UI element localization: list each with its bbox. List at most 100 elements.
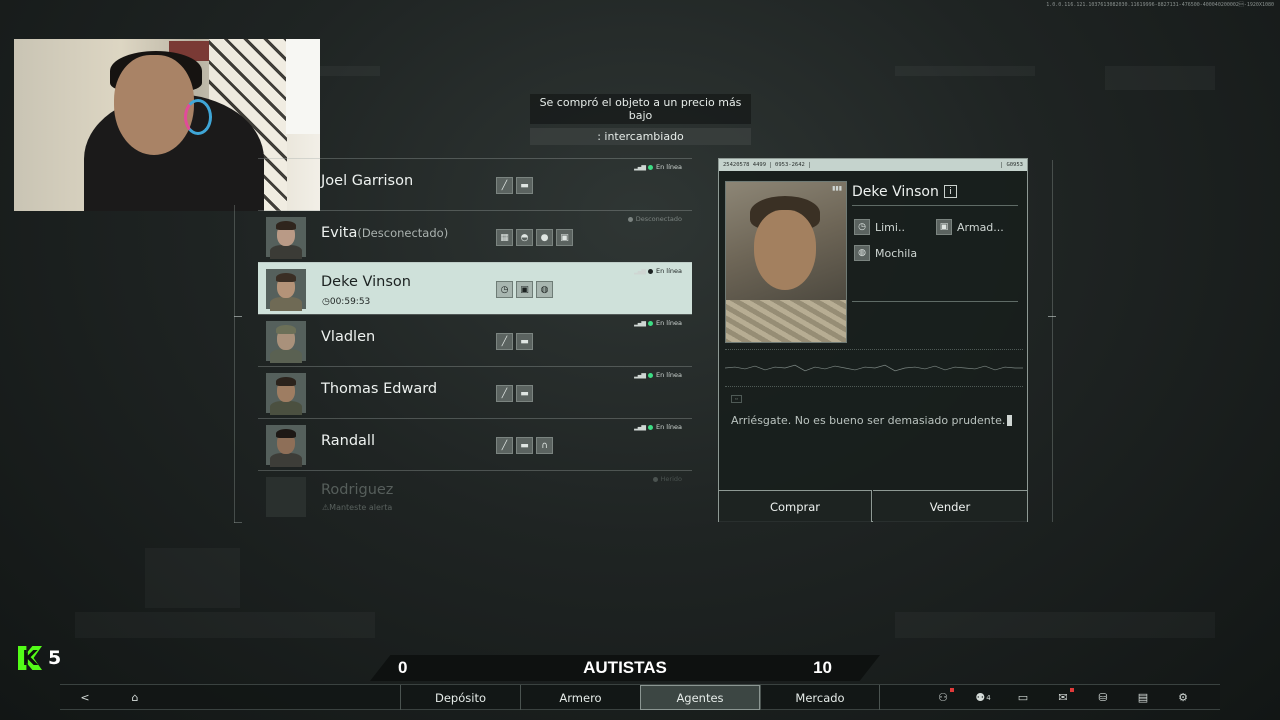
agent-gear-icons: ▦ ◓ ● ▣ bbox=[496, 229, 573, 246]
agent-row-vladlen[interactable]: Vladlen ╱ ▬ ▂▄▆ En línea bbox=[258, 314, 692, 366]
team-name: AUTISTAS bbox=[583, 658, 667, 677]
friends-button[interactable]: ⚇ bbox=[928, 685, 958, 710]
back-button[interactable]: < bbox=[70, 685, 100, 710]
status-badge: Desconectado bbox=[627, 215, 682, 223]
header-code-mid: 0953-2642 bbox=[771, 162, 810, 168]
agent-quote: Arriésgate. No es bueno ser demasiado pr… bbox=[731, 414, 1013, 427]
rifle-icon: ╱ bbox=[496, 333, 513, 350]
background-decor bbox=[895, 66, 1035, 76]
background-decor bbox=[895, 612, 1215, 638]
settings-button[interactable]: ⚙ bbox=[1168, 685, 1198, 710]
agent-portrait: ▮▮▮ bbox=[725, 181, 847, 343]
status-badge: ▂▄▆ En línea bbox=[634, 371, 682, 379]
list-bracket-tick bbox=[234, 316, 242, 317]
status-badge: ▂▄▆ En línea bbox=[634, 423, 682, 431]
agent-sub-status: (Desconectado) bbox=[357, 226, 449, 240]
agent-row-thomas-edward[interactable]: Thomas Edward ╱ ▬ ▂▄▆ En línea bbox=[258, 366, 692, 418]
store-button[interactable]: ⛁ bbox=[1088, 685, 1118, 710]
trait-time-limit: ◷ Limi.. bbox=[854, 219, 905, 235]
party-button[interactable]: ⚉ 4 bbox=[968, 685, 998, 710]
armor-icon: ▣ bbox=[556, 229, 573, 246]
version-text: 1.0.0.116.121.1037613082030.11619996-882… bbox=[1046, 2, 1274, 8]
trait-label: Armad... bbox=[957, 220, 1004, 234]
status-badge: ▂▄▆ En línea bbox=[634, 163, 682, 171]
avatar bbox=[266, 425, 306, 467]
rifle-icon: ╱ bbox=[496, 437, 513, 454]
online-dot-icon bbox=[647, 268, 653, 274]
info-icon[interactable]: i bbox=[944, 185, 957, 198]
bottom-nav: < ⌂ Depósito Armero Agentes Mercado ⚇ ⚉ 4… bbox=[60, 684, 1220, 710]
agent-row-deke-vinson[interactable]: Deke Vinson ◷00:59:53 ◷ ▣ ◍ ▂▄▆ En línea bbox=[258, 262, 692, 314]
trait-label: Mochila bbox=[875, 246, 918, 260]
agent-name: Evita(Desconectado) bbox=[321, 225, 448, 241]
buy-button[interactable]: Comprar bbox=[719, 490, 872, 522]
tab-deposito[interactable]: Depósito bbox=[400, 685, 520, 710]
backpack-icon: ◍ bbox=[854, 245, 870, 261]
status-text: Herido bbox=[660, 475, 682, 483]
online-dot-icon bbox=[647, 164, 653, 170]
chat-button[interactable]: ▭ bbox=[1008, 685, 1038, 710]
list-bracket bbox=[234, 205, 235, 523]
notification-line-1: Se compró el objeto a un precio más bajo bbox=[530, 94, 751, 124]
tab-mercado[interactable]: Mercado bbox=[760, 685, 880, 710]
helmet-icon: ◓ bbox=[516, 229, 533, 246]
agent-name: Joel Garrison bbox=[321, 173, 414, 189]
agent-timer: ◷00:59:53 bbox=[322, 297, 370, 307]
divider bbox=[852, 205, 1018, 206]
party-icon: ⚉ bbox=[975, 691, 986, 704]
status-text: En línea bbox=[655, 319, 682, 327]
signal-icon: ▂▄▆ bbox=[634, 371, 646, 379]
clock-icon: ◷ bbox=[496, 281, 513, 298]
offline-dot-icon bbox=[627, 216, 633, 222]
status-badge: Herido bbox=[652, 475, 682, 483]
agent-name: Vladlen bbox=[321, 329, 376, 345]
status-badge: ▂▄▆ En línea bbox=[634, 267, 682, 275]
agent-name: Thomas Edward bbox=[321, 381, 438, 397]
kick-count: 5 bbox=[48, 647, 62, 669]
vest-icon: ▬ bbox=[516, 437, 533, 454]
agent-gear-icons: ◷ ▣ ◍ bbox=[496, 281, 553, 298]
mail-button[interactable]: ✉ bbox=[1048, 685, 1078, 710]
status-text: Desconectado bbox=[635, 215, 682, 223]
vest-icon: ▬ bbox=[516, 385, 533, 402]
agent-row-evita[interactable]: Evita(Desconectado) ▦ ◓ ● ▣ Desconectado bbox=[258, 210, 692, 262]
tab-armero[interactable]: Armero bbox=[520, 685, 640, 710]
map-icon: ▦ bbox=[496, 229, 513, 246]
agent-gear-icons: ╱ ▬ bbox=[496, 385, 533, 402]
offline-dot-icon bbox=[652, 476, 658, 482]
trade-notification: Se compró el objeto a un precio más bajo… bbox=[530, 94, 751, 145]
signal-icon: ▂▄▆ bbox=[634, 423, 646, 431]
avatar bbox=[266, 477, 306, 517]
background-decor bbox=[320, 66, 380, 76]
warning-text: Manteste alerta bbox=[329, 503, 393, 512]
avatar bbox=[266, 373, 306, 415]
friends-icon: ⚇ bbox=[938, 691, 948, 704]
header-code-right: G0953 bbox=[1001, 162, 1027, 168]
detail-agent-name: Deke Vinson bbox=[852, 184, 939, 200]
header-code-left: 25420578 4499 bbox=[719, 162, 772, 168]
notes-button[interactable]: ▤ bbox=[1128, 685, 1158, 710]
clock-icon: ◷ bbox=[322, 297, 330, 307]
agent-name: Rodriguez bbox=[321, 482, 394, 498]
agent-row-randall[interactable]: Randall ╱ ▬ ∩ ▂▄▆ En línea bbox=[258, 418, 692, 470]
sell-button[interactable]: Vender bbox=[873, 490, 1027, 522]
detail-header-bar: 25420578 4499 0953-2642 G0953 bbox=[719, 159, 1027, 171]
list-bracket-corner bbox=[234, 522, 242, 523]
grenade-icon: ● bbox=[536, 229, 553, 246]
rifle-icon: ╱ bbox=[496, 177, 513, 194]
vest-icon: ▬ bbox=[516, 177, 533, 194]
agent-gear-icons: ╱ ▬ bbox=[496, 177, 533, 194]
agent-gear-icons: ╱ ▬ ∩ bbox=[496, 437, 553, 454]
kick-logo-icon: K bbox=[18, 646, 42, 670]
agent-row-joel-garrison[interactable]: Joel Garrison ╱ ▬ ▂▄▆ En línea bbox=[258, 158, 692, 210]
armor-icon: ▣ bbox=[936, 219, 952, 235]
tab-agentes[interactable]: Agentes bbox=[640, 685, 760, 710]
vest-icon: ▬ bbox=[516, 333, 533, 350]
kick-badge: K 5 bbox=[18, 646, 61, 670]
avatar bbox=[266, 217, 306, 259]
home-button[interactable]: ⌂ bbox=[120, 685, 150, 710]
agent-name: Randall bbox=[321, 433, 375, 449]
agent-warning: ⚠Manteste alerta bbox=[322, 503, 392, 512]
agent-row-rodriguez[interactable]: Rodriguez ⚠Manteste alerta Herido bbox=[258, 470, 692, 520]
headset-icon: ∩ bbox=[536, 437, 553, 454]
